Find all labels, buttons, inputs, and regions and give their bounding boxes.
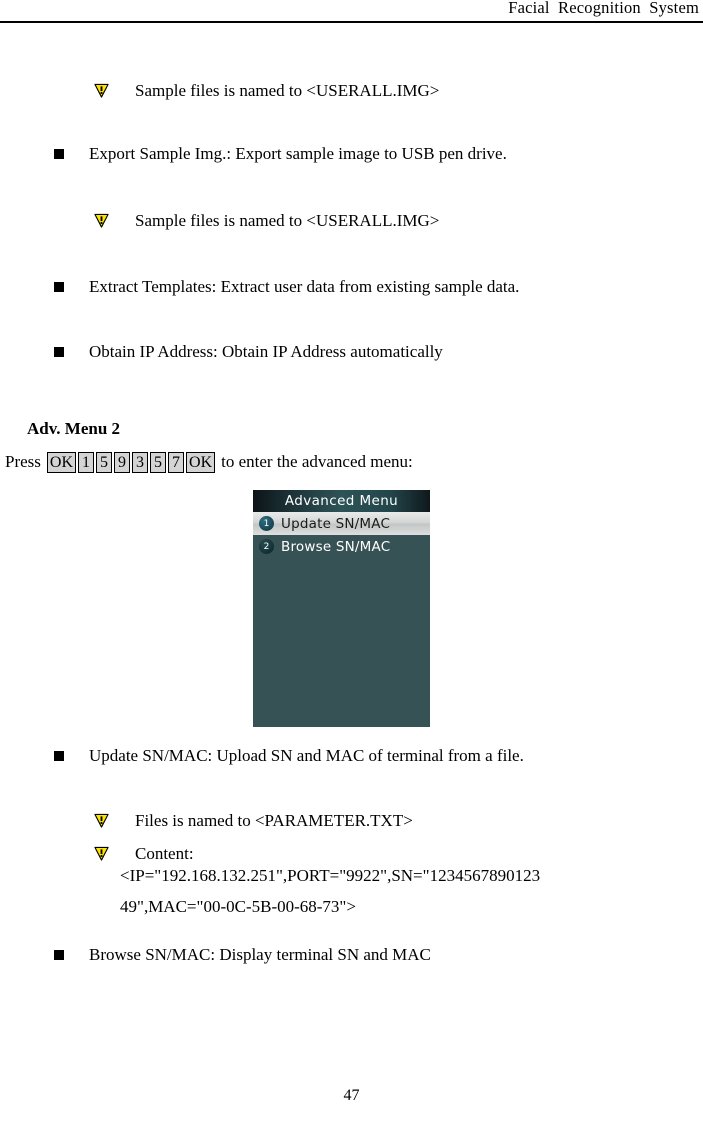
keycap-1[interactable]: 1	[78, 452, 95, 473]
warning-triangle-down-icon	[94, 846, 109, 861]
device-menu-item-browse-sn-mac[interactable]: 2 Browse SN/MAC	[253, 535, 430, 558]
warning-triangle-down-icon	[94, 213, 109, 228]
section-heading: Adv. Menu 2	[27, 419, 121, 438]
key-sequence: OK 1 5 9 3 5 7 OK	[46, 451, 216, 473]
square-bullet-icon	[54, 751, 64, 761]
menu-number-badge-2: 2	[259, 539, 274, 554]
square-bullet-icon	[54, 347, 64, 357]
bullet-text: Browse SN/MAC: Display terminal SN and M…	[89, 945, 431, 964]
note-text: Sample files is named to <USERALL.IMG>	[135, 81, 440, 100]
bullet-row: Update SN/MAC: Upload SN and MAC of term…	[54, 745, 524, 767]
keycap-ok[interactable]: OK	[186, 452, 216, 473]
device-screen-title: Advanced Menu	[284, 493, 399, 509]
device-menu-item-update-sn-mac[interactable]: 1 Update SN/MAC	[253, 512, 430, 535]
menu-number-badge-1: 1	[259, 516, 274, 531]
keycap-9[interactable]: 9	[114, 452, 131, 473]
content-line: <IP="192.168.132.251",PORT="9922",SN="12…	[120, 866, 541, 885]
bullet-row: Export Sample Img.: Export sample image …	[54, 143, 507, 165]
bullet-row: Obtain IP Address: Obtain IP Address aut…	[54, 341, 443, 363]
note-row: Sample files is named to <USERALL.IMG>	[94, 80, 439, 102]
bullet-text: Extract Templates: Extract user data fro…	[89, 277, 520, 296]
note-row: Files is named to <PARAMETER.TXT>	[94, 810, 413, 832]
bullet-text: Update SN/MAC: Upload SN and MAC of term…	[89, 746, 524, 765]
page-number: 47	[343, 1087, 360, 1104]
keycap-ok[interactable]: OK	[46, 452, 77, 473]
keycap-5[interactable]: 5	[96, 452, 113, 473]
content-line: 49",MAC="00-0C-5B-00-68-73">	[120, 897, 356, 916]
bullet-row: Browse SN/MAC: Display terminal SN and M…	[54, 944, 431, 966]
square-bullet-icon	[54, 950, 64, 960]
keycap-7[interactable]: 7	[168, 452, 185, 473]
keycap-5[interactable]: 5	[150, 452, 167, 473]
page-header: Facial Recognition System	[0, 0, 703, 24]
device-menu-label: Update SN/MAC	[281, 515, 391, 532]
bullet-text: Export Sample Img.: Export sample image …	[89, 144, 507, 163]
page-header-title: Facial Recognition System	[508, 0, 699, 17]
square-bullet-icon	[54, 149, 64, 159]
warning-triangle-down-icon	[94, 813, 109, 828]
key-sequence-instruction: Press OK 1 5 9 3 5 7 OK to enter the advanced m…	[5, 451, 413, 473]
warning-triangle-down-icon	[94, 83, 109, 98]
note-row: Sample files is named to <USERALL.IMG>	[94, 210, 439, 232]
header-divider	[0, 21, 703, 23]
note-text: Sample files is named to <USERALL.IMG>	[135, 211, 440, 230]
note-text: Files is named to <PARAMETER.TXT>	[135, 811, 413, 830]
device-menu-label: Browse SN/MAC	[281, 538, 391, 555]
device-screen-mock: Advanced Menu 1 Update SN/MAC 2 Browse S…	[253, 490, 430, 727]
press-prefix: Press	[5, 452, 41, 471]
press-suffix: to enter the advanced menu:	[221, 452, 413, 471]
keycap-3[interactable]: 3	[132, 452, 149, 473]
bullet-row: Extract Templates: Extract user data fro…	[54, 276, 519, 298]
device-screen-titlebar: Advanced Menu	[253, 490, 430, 512]
square-bullet-icon	[54, 282, 64, 292]
content-value-block: <IP="192.168.132.251",PORT="9922",SN="12…	[120, 860, 540, 922]
bullet-text: Obtain IP Address: Obtain IP Address aut…	[89, 342, 443, 361]
